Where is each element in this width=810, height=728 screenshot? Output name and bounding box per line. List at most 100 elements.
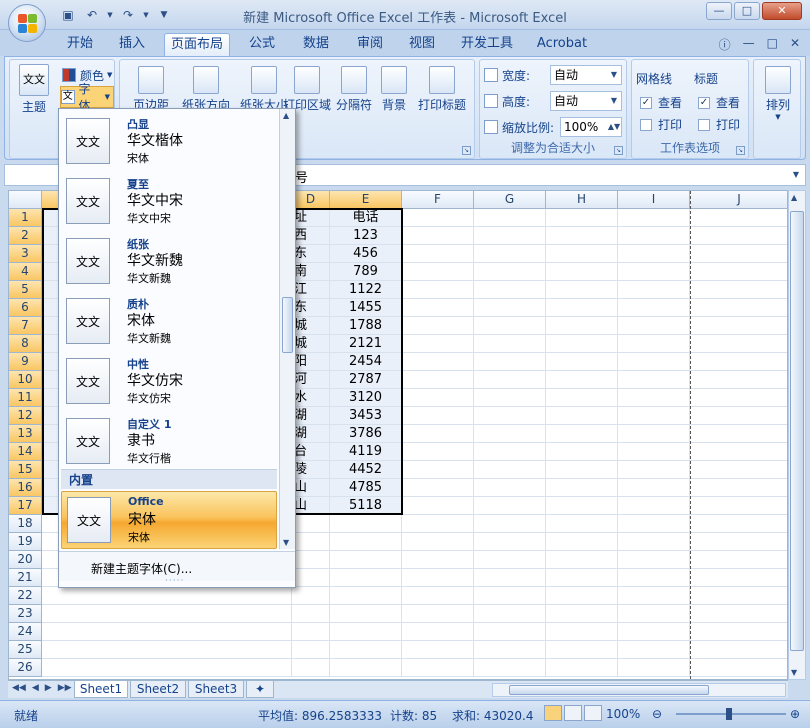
table-cell[interactable]: 456 xyxy=(330,245,402,263)
table-cell[interactable] xyxy=(690,515,787,533)
row-header[interactable]: 24 xyxy=(9,623,42,641)
table-cell[interactable] xyxy=(690,299,787,317)
table-cell[interactable] xyxy=(690,209,787,227)
margins-button[interactable]: 页边距 xyxy=(128,66,174,113)
dropdown-scrollbar[interactable]: ▲ ▼ xyxy=(279,109,295,549)
horizontal-scroll-thumb[interactable] xyxy=(509,685,709,695)
next-sheet-icon[interactable]: ▶ xyxy=(45,683,52,693)
table-cell[interactable] xyxy=(474,659,546,677)
table-cell[interactable] xyxy=(690,335,787,353)
table-cell[interactable] xyxy=(690,605,787,623)
table-cell[interactable] xyxy=(402,497,474,515)
column-header-e[interactable]: E xyxy=(330,191,402,209)
row-header[interactable]: 4 xyxy=(9,263,42,281)
table-cell[interactable] xyxy=(330,569,402,587)
scroll-down-icon[interactable]: ▼ xyxy=(283,538,289,547)
dropdown-scroll-thumb[interactable] xyxy=(282,297,293,353)
row-header[interactable]: 7 xyxy=(9,317,42,335)
table-cell[interactable] xyxy=(618,425,690,443)
zoom-slider[interactable] xyxy=(676,708,786,720)
table-cell[interactable] xyxy=(292,515,330,533)
table-cell[interactable] xyxy=(402,209,474,227)
row-header[interactable]: 21 xyxy=(9,569,42,587)
tab-home[interactable]: 开始 xyxy=(60,33,100,56)
table-cell[interactable] xyxy=(402,623,474,641)
table-cell[interactable] xyxy=(402,533,474,551)
table-cell[interactable] xyxy=(402,479,474,497)
table-cell[interactable]: 东 xyxy=(292,245,330,263)
table-cell[interactable] xyxy=(330,515,402,533)
row-header[interactable]: 13 xyxy=(9,425,42,443)
width-select[interactable]: 自动 ▼ xyxy=(550,65,622,85)
table-cell[interactable]: 陵 xyxy=(292,461,330,479)
table-cell[interactable] xyxy=(402,227,474,245)
row-header[interactable]: 26 xyxy=(9,659,42,677)
table-cell[interactable] xyxy=(402,245,474,263)
minimize-button[interactable]: — xyxy=(706,2,732,20)
table-cell[interactable] xyxy=(546,317,618,335)
row-header[interactable]: 20 xyxy=(9,551,42,569)
headings-print-checkbox[interactable]: 打印 xyxy=(698,116,740,133)
table-cell[interactable] xyxy=(474,551,546,569)
restore-button[interactable]: □ xyxy=(734,2,760,20)
row-header[interactable]: 19 xyxy=(9,533,42,551)
table-cell[interactable] xyxy=(402,389,474,407)
table-cell[interactable] xyxy=(690,263,787,281)
table-cell[interactable] xyxy=(474,533,546,551)
gridlines-view-checkbox[interactable]: ✓ 查看 xyxy=(640,94,682,111)
table-cell[interactable]: 水 xyxy=(292,389,330,407)
table-cell[interactable] xyxy=(546,245,618,263)
table-cell[interactable] xyxy=(474,335,546,353)
zoom-level[interactable]: 100% xyxy=(606,707,640,721)
tab-review[interactable]: 审阅 xyxy=(348,33,392,56)
table-cell[interactable] xyxy=(402,317,474,335)
table-cell[interactable] xyxy=(618,299,690,317)
table-cell[interactable]: 4452 xyxy=(330,461,402,479)
font-theme-item[interactable]: 文文 中性 华文仿宋 华文仿宋 xyxy=(61,353,277,411)
table-cell[interactable] xyxy=(402,569,474,587)
table-cell[interactable] xyxy=(618,317,690,335)
row-header[interactable]: 10 xyxy=(9,371,42,389)
zoom-out-icon[interactable]: ⊖ xyxy=(652,707,662,721)
table-cell[interactable]: 1455 xyxy=(330,299,402,317)
headings-view-checkbox[interactable]: ✓ 查看 xyxy=(698,94,740,111)
height-select[interactable]: 自动 ▼ xyxy=(550,91,622,111)
tab-data[interactable]: 数据 xyxy=(294,33,338,56)
vertical-scrollbar[interactable]: ▲ ▼ xyxy=(788,190,806,680)
row-header[interactable]: 14 xyxy=(9,443,42,461)
table-cell[interactable] xyxy=(474,569,546,587)
row-header[interactable]: 22 xyxy=(9,587,42,605)
table-cell[interactable] xyxy=(618,443,690,461)
table-cell[interactable] xyxy=(402,335,474,353)
table-cell[interactable]: 湖 xyxy=(292,425,330,443)
table-cell[interactable] xyxy=(402,353,474,371)
font-theme-office[interactable]: 文文 Office 宋体 宋体 xyxy=(61,491,277,549)
table-cell[interactable] xyxy=(330,623,402,641)
table-cell[interactable]: 789 xyxy=(330,263,402,281)
print-titles-button[interactable]: 打印标题 xyxy=(414,66,470,113)
row-header[interactable]: 5 xyxy=(9,281,42,299)
expand-formula-icon[interactable]: ▼ xyxy=(789,167,803,183)
table-cell[interactable] xyxy=(690,461,787,479)
table-cell[interactable] xyxy=(546,263,618,281)
sheet-tab-3[interactable]: Sheet3 xyxy=(188,681,244,698)
table-cell[interactable] xyxy=(330,659,402,677)
table-cell[interactable] xyxy=(402,641,474,659)
table-cell[interactable] xyxy=(546,533,618,551)
table-cell[interactable] xyxy=(42,587,292,605)
gridlines-print-checkbox[interactable]: 打印 xyxy=(640,116,682,133)
column-header-f[interactable]: F xyxy=(402,191,474,209)
column-header-g[interactable]: G xyxy=(474,191,546,209)
table-cell[interactable] xyxy=(474,317,546,335)
table-cell[interactable] xyxy=(402,587,474,605)
table-cell[interactable] xyxy=(474,515,546,533)
table-cell[interactable] xyxy=(690,371,787,389)
table-cell[interactable] xyxy=(690,533,787,551)
table-cell[interactable]: 河 xyxy=(292,371,330,389)
table-cell[interactable]: 4119 xyxy=(330,443,402,461)
themes-button[interactable]: 文文 主题 xyxy=(14,64,54,115)
table-cell[interactable] xyxy=(292,605,330,623)
row-header[interactable]: 3 xyxy=(9,245,42,263)
table-cell[interactable] xyxy=(402,371,474,389)
select-all-corner[interactable] xyxy=(9,191,42,209)
